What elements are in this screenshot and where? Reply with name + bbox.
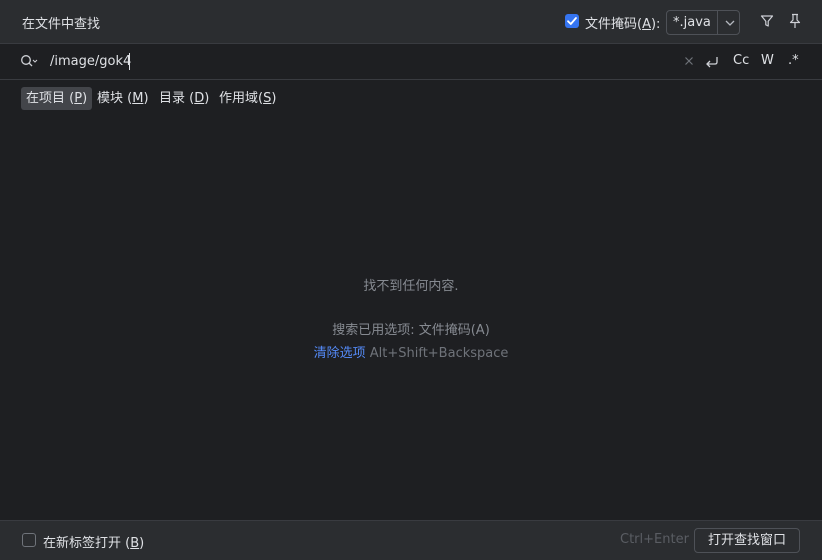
pin-icon[interactable] (788, 13, 802, 29)
tab-scope-suffix: ) (271, 91, 277, 106)
shortcut-hint: Ctrl+Enter (620, 532, 689, 547)
checkmark-icon (567, 17, 577, 25)
used-options-text: 搜索已用选项: 文件掩码(A) (332, 323, 490, 338)
open-in-new-tab-label[interactable]: 在新标签打开 (B) (43, 532, 144, 551)
tab-project[interactable]: 在项目 (P) (21, 87, 93, 110)
new-line-icon[interactable] (704, 54, 720, 70)
file-mask-label-text: 文件掩码( (585, 17, 643, 32)
file-mask-label-suffix: ): (650, 17, 661, 32)
search-bar: Cc W .* (0, 43, 822, 80)
clear-options-link[interactable]: 清除选项 (314, 346, 366, 361)
file-mask-combobox[interactable]: *.java (666, 10, 740, 35)
open-in-new-tab-checkbox[interactable] (22, 533, 36, 547)
tab-project-label: 在项目 ( (26, 91, 75, 106)
whole-words-button[interactable]: W (761, 53, 774, 68)
tab-project-suffix: ) (82, 91, 88, 106)
new-tab-label-suffix: ) (139, 536, 145, 551)
clear-options-line: 清除选项 Alt+Shift+Backspace (0, 342, 822, 361)
file-mask-mnemonic: A (642, 17, 651, 32)
results-panel: 找不到任何内容. 搜索已用选项: 文件掩码(A) 清除选项 Alt+Shift+… (0, 118, 822, 520)
file-mask-checkbox[interactable] (565, 14, 579, 28)
filter-icon[interactable] (760, 14, 774, 28)
tab-module[interactable]: 模块 (M) (92, 87, 154, 110)
chevron-down-icon[interactable] (723, 16, 737, 30)
scope-tabs: 在项目 (P) 模块 (M) 目录 (D) 作用域(S) (0, 80, 822, 118)
tab-module-mnemonic: M (132, 91, 144, 106)
tab-scope-label: 作用域( (219, 91, 264, 106)
clear-search-icon[interactable] (684, 56, 694, 66)
tab-directory-suffix: ) (204, 91, 210, 106)
new-tab-mnemonic: B (130, 536, 140, 551)
search-input[interactable] (50, 51, 650, 71)
combo-divider (717, 11, 718, 34)
tab-directory-label: 目录 ( (159, 91, 195, 106)
tab-scope[interactable]: 作用域(S) (214, 87, 281, 110)
new-tab-label-text: 在新标签打开 ( (43, 536, 131, 551)
clear-options-shortcut: Alt+Shift+Backspace (369, 346, 509, 361)
match-case-button[interactable]: Cc (733, 53, 749, 68)
tab-directory[interactable]: 目录 (D) (154, 87, 214, 110)
search-icon[interactable] (20, 54, 38, 68)
dialog-footer: 在新标签打开 (B) Ctrl+Enter 打开查找窗口 (0, 520, 822, 560)
empty-results-message: 找不到任何内容. (363, 279, 459, 294)
dialog-header: 在文件中查找 文件掩码(A): *.java (0, 0, 822, 43)
tab-directory-mnemonic: D (194, 91, 205, 106)
file-mask-value[interactable]: *.java (673, 15, 711, 30)
tab-module-suffix: ) (143, 91, 149, 106)
regex-button[interactable]: .* (788, 53, 799, 68)
text-caret (129, 53, 130, 70)
tab-project-mnemonic: P (74, 91, 83, 106)
file-mask-label[interactable]: 文件掩码(A): (585, 13, 660, 32)
open-find-window-button[interactable]: 打开查找窗口 (694, 528, 800, 553)
tab-module-label: 模块 ( (97, 91, 133, 106)
dialog-title: 在文件中查找 (22, 17, 101, 32)
